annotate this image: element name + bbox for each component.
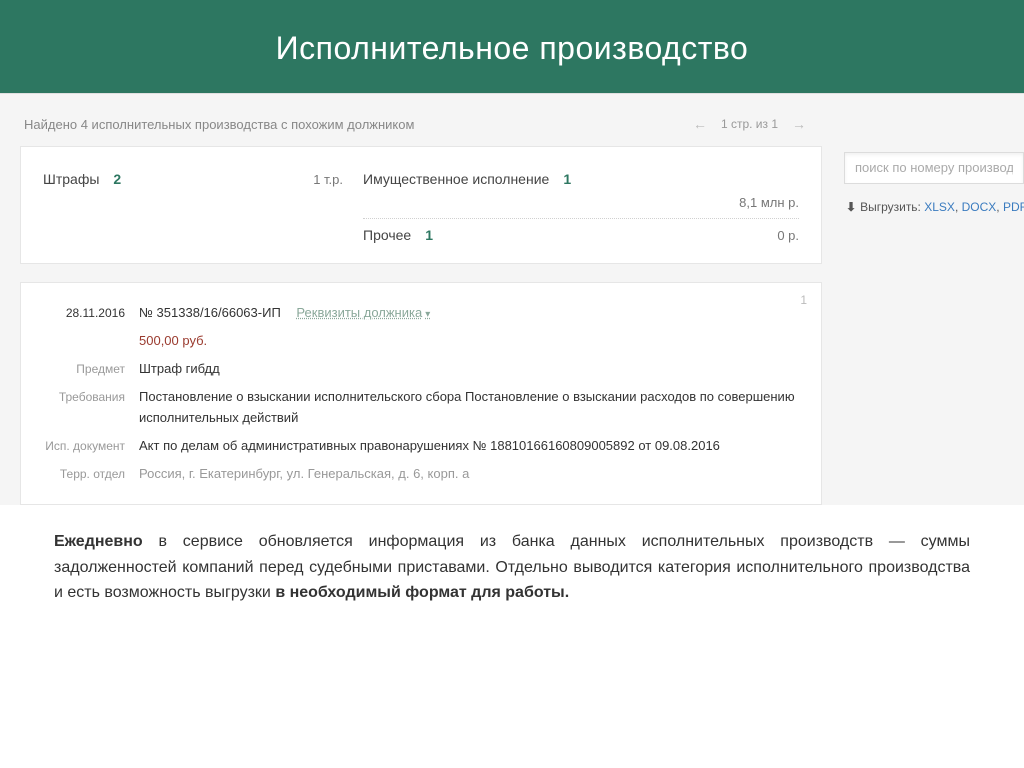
field-value-demands: Постановление о взыскании исполнительско… — [139, 387, 801, 427]
field-value-dept: Россия, г. Екатеринбург, ул. Генеральска… — [139, 464, 801, 484]
content-area: Найдено 4 исполнительных производства с … — [0, 93, 1024, 505]
export-docx-link[interactable]: DOCX — [962, 200, 997, 214]
summary-card: Штрафы 2 1 т.р. Имущественное исполнение… — [20, 146, 822, 264]
paginator: ← 1 стр. из 1 → — [693, 116, 806, 132]
field-label-dept: Терр. отдел — [41, 464, 139, 484]
footer-bold-2: в необходимый формат для работы. — [275, 584, 569, 601]
export-xlsx-link[interactable]: XLSX — [924, 200, 955, 214]
footer-bold-1: Ежедневно — [54, 533, 143, 550]
export-row: ⬇Выгрузить: XLSX, DOCX, PDF — [844, 184, 1024, 224]
search-box — [844, 152, 1024, 184]
case-index: 1 — [800, 293, 807, 307]
field-label-subject: Предмет — [41, 359, 139, 379]
summary-right: Имущественное исполнение 1 8,1 млн р. Пр… — [363, 165, 799, 249]
stat-value: 0 р. — [777, 228, 799, 243]
case-number: № 351338/16/66063-ИП — [139, 305, 281, 320]
export-pdf-link[interactable]: PDF — [1003, 200, 1024, 214]
field-value-doc: Акт по делам об административных правона… — [139, 436, 801, 456]
prev-page-icon[interactable]: ← — [693, 116, 707, 132]
stat-label: Имущественное исполнение — [363, 171, 549, 187]
results-count-text: Найдено 4 исполнительных производства с … — [24, 117, 693, 132]
field-label-demands: Требования — [41, 387, 139, 427]
results-bar: Найдено 4 исполнительных производства с … — [20, 108, 836, 146]
stat-count: 1 — [425, 227, 433, 243]
case-date: 28.11.2016 — [41, 303, 139, 323]
main-column: Найдено 4 исполнительных производства с … — [0, 108, 836, 505]
field-value-subject: Штраф гибдд — [139, 359, 801, 379]
case-amount: 500,00 руб. — [139, 331, 801, 351]
stat-count: 2 — [113, 171, 121, 187]
stat-row-fines: Штрафы 2 1 т.р. — [43, 165, 343, 193]
stat-label: Штрафы — [43, 171, 99, 187]
export-label: Выгрузить: — [860, 200, 921, 214]
stat-value: 1 т.р. — [313, 172, 343, 187]
debtor-details-link[interactable]: Реквизиты должника▾ — [296, 305, 430, 320]
footer-description: Ежедневно в сервисе обновляется информац… — [0, 505, 1024, 626]
download-icon: ⬇ — [846, 200, 856, 214]
page-indicator: 1 стр. из 1 — [721, 117, 778, 131]
summary-left: Штрафы 2 1 т.р. — [43, 165, 363, 249]
case-card: 1 28.11.2016 № 351338/16/66063-ИП Реквиз… — [20, 282, 822, 505]
stat-value-property: 8,1 млн р. — [363, 193, 799, 219]
search-input[interactable] — [855, 160, 1013, 175]
next-page-icon[interactable]: → — [792, 116, 806, 132]
stat-row-property: Имущественное исполнение 1 — [363, 165, 799, 193]
stat-label: Прочее — [363, 227, 411, 243]
chevron-down-icon: ▾ — [425, 309, 430, 320]
page-title: Исполнительное производство — [0, 0, 1024, 93]
stat-row-other: Прочее 1 0 р. — [363, 219, 799, 249]
side-column: ⬇Выгрузить: XLSX, DOCX, PDF — [836, 108, 1024, 505]
stat-count: 1 — [563, 171, 571, 187]
field-label-doc: Исп. документ — [41, 436, 139, 456]
